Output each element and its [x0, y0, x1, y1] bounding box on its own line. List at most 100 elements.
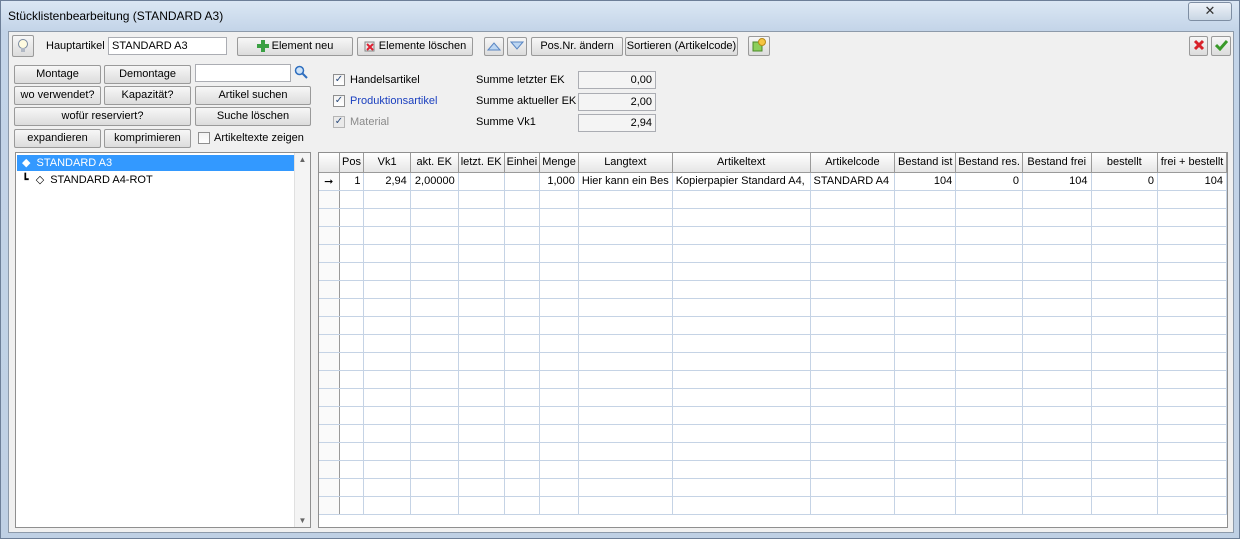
table-cell[interactable] [672, 478, 811, 497]
table-cell[interactable] [1091, 316, 1159, 335]
table-cell[interactable] [339, 424, 365, 443]
table-cell[interactable] [672, 424, 811, 443]
montage-button[interactable]: Montage [14, 65, 101, 84]
table-cell[interactable] [810, 334, 896, 353]
table-cell[interactable] [539, 388, 579, 407]
table-cell[interactable] [810, 190, 896, 209]
table-cell[interactable] [810, 388, 896, 407]
table-cell[interactable] [955, 352, 1023, 371]
table-cell[interactable] [1091, 424, 1159, 443]
table-cell[interactable] [1157, 370, 1227, 389]
table-cell[interactable] [458, 406, 505, 425]
table-cell[interactable] [1022, 298, 1092, 317]
table-cell[interactable] [894, 388, 957, 407]
column-header[interactable]: frei + bestellt [1157, 153, 1227, 173]
table-cell[interactable] [1157, 460, 1227, 479]
table-cell[interactable]: 1 [339, 172, 365, 191]
table-cell[interactable] [810, 208, 896, 227]
table-cell[interactable] [955, 244, 1023, 263]
table-cell[interactable] [578, 244, 673, 263]
table-cell[interactable] [810, 442, 896, 461]
column-header[interactable]: akt. EK [410, 153, 459, 173]
table-cell[interactable] [339, 244, 365, 263]
table-cell[interactable] [539, 352, 579, 371]
table-cell[interactable] [363, 496, 411, 515]
table-row-empty[interactable] [319, 496, 1227, 515]
table-cell[interactable] [1157, 388, 1227, 407]
table-cell[interactable] [539, 244, 579, 263]
table-cell[interactable] [578, 280, 673, 299]
table-cell[interactable] [363, 298, 411, 317]
table-row-empty[interactable] [319, 316, 1227, 335]
table-cell[interactable] [363, 226, 411, 245]
table-cell[interactable] [504, 172, 541, 191]
table-cell[interactable] [810, 478, 896, 497]
table-cell[interactable] [672, 388, 811, 407]
column-header[interactable]: Artikelcode [810, 153, 896, 173]
table-cell[interactable] [410, 280, 459, 299]
table-cell[interactable] [458, 298, 505, 317]
table-cell[interactable]: 2,94 [363, 172, 411, 191]
table-cell[interactable] [504, 298, 541, 317]
table-cell[interactable] [458, 478, 505, 497]
column-header[interactable]: Einhei [504, 153, 541, 173]
move-down-button[interactable] [507, 37, 527, 56]
column-header[interactable]: bestellt [1091, 153, 1159, 173]
table-cell[interactable] [955, 388, 1023, 407]
info-bulb-button[interactable] [12, 35, 34, 57]
table-cell[interactable] [339, 190, 365, 209]
table-cell[interactable] [810, 280, 896, 299]
table-cell[interactable] [894, 460, 957, 479]
table-cell[interactable] [894, 478, 957, 497]
table-cell[interactable] [1157, 262, 1227, 281]
table-cell[interactable] [539, 424, 579, 443]
search-button[interactable] [293, 64, 309, 82]
demontage-button[interactable]: Demontage [104, 65, 191, 84]
table-cell[interactable] [339, 496, 365, 515]
table-cell[interactable] [1022, 406, 1092, 425]
table-cell[interactable] [363, 406, 411, 425]
table-cell[interactable] [458, 262, 505, 281]
table-row-empty[interactable] [319, 208, 1227, 227]
table-cell[interactable] [539, 298, 579, 317]
table-cell[interactable] [410, 334, 459, 353]
table-cell[interactable] [894, 190, 957, 209]
table-cell[interactable] [1022, 244, 1092, 263]
column-header[interactable]: Langtext [578, 153, 673, 173]
table-cell[interactable] [410, 442, 459, 461]
table-cell[interactable] [1022, 388, 1092, 407]
table-cell[interactable] [578, 424, 673, 443]
window-close-button[interactable]: ✕ [1188, 2, 1232, 21]
table-cell[interactable] [672, 370, 811, 389]
table-cell[interactable] [578, 460, 673, 479]
table-cell[interactable] [810, 496, 896, 515]
table-cell[interactable] [363, 424, 411, 443]
table-cell[interactable] [955, 370, 1023, 389]
table-cell[interactable] [672, 496, 811, 515]
table-cell[interactable] [955, 460, 1023, 479]
table-cell[interactable] [578, 370, 673, 389]
table-cell[interactable] [410, 478, 459, 497]
table-cell[interactable] [458, 172, 505, 191]
table-cell[interactable] [458, 244, 505, 263]
table-cell[interactable] [410, 244, 459, 263]
table-cell[interactable] [1091, 262, 1159, 281]
table-cell[interactable] [458, 460, 505, 479]
table-cell[interactable] [539, 442, 579, 461]
table-cell[interactable] [894, 352, 957, 371]
table-cell[interactable] [410, 406, 459, 425]
table-cell[interactable] [1091, 298, 1159, 317]
table-cell[interactable] [363, 460, 411, 479]
hauptartikel-field[interactable]: STANDARD A3 [108, 37, 227, 55]
table-row-empty[interactable] [319, 352, 1227, 371]
table-cell[interactable] [894, 424, 957, 443]
column-header[interactable]: Bestand ist [894, 153, 957, 173]
table-cell[interactable] [1022, 280, 1092, 299]
table-cell[interactable] [578, 334, 673, 353]
table-cell[interactable] [410, 226, 459, 245]
column-header[interactable]: Bestand res. [955, 153, 1023, 173]
table-cell[interactable] [1091, 370, 1159, 389]
scroll-up-icon[interactable]: ▲ [295, 155, 310, 164]
table-cell[interactable] [1091, 244, 1159, 263]
table-cell[interactable] [1091, 478, 1159, 497]
